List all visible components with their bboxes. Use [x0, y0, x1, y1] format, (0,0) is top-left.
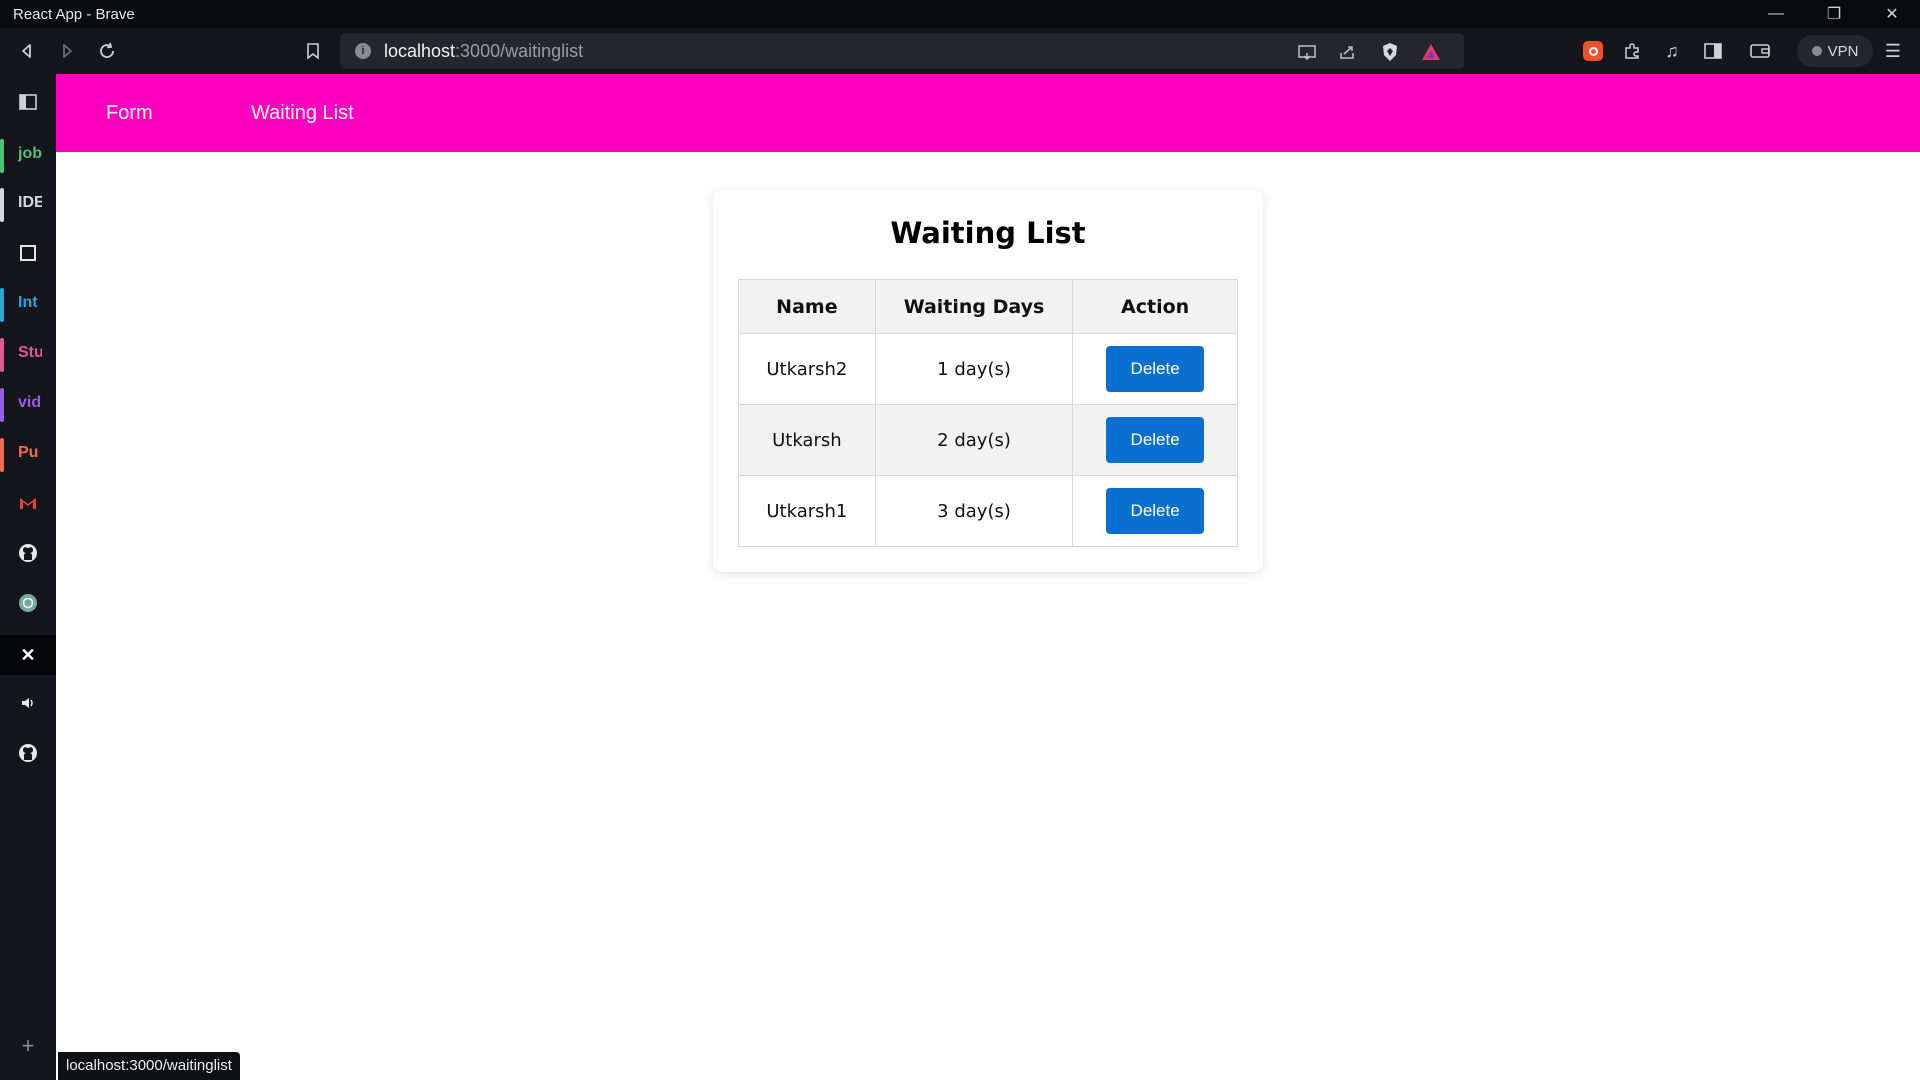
- delete-button[interactable]: Delete: [1106, 417, 1205, 463]
- brave-extension-icon[interactable]: [1578, 36, 1608, 66]
- cell-waiting-days: 1 day(s): [874, 333, 1074, 405]
- cell-action: Delete: [1072, 333, 1238, 405]
- sidebar-tab-label: Stu: [18, 344, 42, 361]
- sidebar-tab-ide[interactable]: IDE: [0, 184, 56, 224]
- x-twitter-icon[interactable]: ✕: [0, 635, 56, 675]
- link-status-tooltip: localhost:3000/waitinglist: [58, 1052, 240, 1080]
- table-header-row: Name Waiting Days Action: [738, 279, 1238, 334]
- column-header-waiting-days: Waiting Days: [874, 279, 1074, 334]
- table-row: Utkarsh 2 day(s) Delete: [738, 404, 1238, 476]
- url-host: localhost: [384, 41, 456, 61]
- forward-icon[interactable]: [52, 36, 82, 66]
- sidebar-tab-vid[interactable]: vid: [0, 384, 56, 424]
- sidebar-tab-job[interactable]: job: [0, 135, 56, 175]
- site-info-icon[interactable]: i: [355, 43, 371, 59]
- address-bar[interactable]: i localhost:3000/waitinglist: [340, 33, 1464, 69]
- sidebar-tab-pu[interactable]: Pu: [0, 434, 56, 474]
- share-icon[interactable]: [1334, 39, 1360, 65]
- sidebar-tab-square[interactable]: [0, 233, 56, 273]
- url-path: :3000/waitinglist: [455, 41, 584, 61]
- vertical-tabs-sidebar: job IDE Int Stu vid Pu ✕ +: [0, 74, 56, 1080]
- cell-name: Utkarsh2: [738, 333, 876, 405]
- reload-icon[interactable]: [92, 36, 122, 66]
- sidebar-tab-label: Pu: [18, 444, 39, 461]
- column-header-action: Action: [1072, 279, 1238, 334]
- brave-shields-icon[interactable]: [1377, 39, 1403, 65]
- window-title-bar: React App - Brave — ❐ ✕: [0, 0, 1920, 28]
- github-icon[interactable]: [0, 533, 56, 573]
- sidebar-tab-label: Int: [18, 294, 38, 311]
- vpn-button[interactable]: VPN: [1797, 35, 1873, 67]
- column-header-name: Name: [738, 279, 876, 334]
- sidebar-tab-stu[interactable]: Stu: [0, 334, 56, 374]
- vpn-label: VPN: [1827, 42, 1859, 60]
- menu-icon[interactable]: ☰: [1878, 36, 1908, 66]
- cast-icon[interactable]: [1294, 39, 1320, 65]
- cell-name: Utkarsh1: [738, 475, 876, 547]
- waiting-list-card: Waiting List Name Waiting Days Action Ut…: [713, 190, 1263, 572]
- add-tab-icon[interactable]: +: [0, 1026, 56, 1066]
- delete-button[interactable]: Delete: [1106, 346, 1205, 392]
- extensions-puzzle-icon[interactable]: [1617, 36, 1647, 66]
- nav-link-form[interactable]: Form: [106, 102, 153, 125]
- bookmark-icon[interactable]: [298, 36, 328, 66]
- sidebar-tab-label: job: [18, 145, 42, 162]
- cell-action: Delete: [1072, 404, 1238, 476]
- wallet-icon[interactable]: [1745, 36, 1775, 66]
- page-viewport: Form Waiting List Waiting List Name Wait…: [56, 74, 1920, 1080]
- sidebar-tab-label: IDE: [18, 194, 42, 211]
- window-title: React App - Brave: [13, 6, 135, 23]
- brave-rewards-icon[interactable]: [1418, 39, 1444, 65]
- page-title: Waiting List: [890, 216, 1086, 250]
- back-icon[interactable]: [12, 36, 42, 66]
- cell-name: Utkarsh: [738, 404, 876, 476]
- url-text[interactable]: localhost:3000/waitinglist: [384, 41, 583, 62]
- restore-icon[interactable]: ❐: [1806, 0, 1862, 28]
- sidebar-toggle-icon[interactable]: [1698, 36, 1728, 66]
- minimize-icon[interactable]: —: [1748, 0, 1804, 28]
- chatgpt-icon[interactable]: [0, 583, 56, 623]
- cell-waiting-days: 3 day(s): [874, 475, 1074, 547]
- cell-action: Delete: [1072, 475, 1238, 547]
- table-row: Utkarsh1 3 day(s) Delete: [738, 475, 1238, 547]
- nav-link-waiting-list[interactable]: Waiting List: [251, 102, 354, 125]
- delete-button[interactable]: Delete: [1106, 488, 1205, 534]
- media-music-icon[interactable]: ♫: [1657, 36, 1687, 66]
- speaker-icon[interactable]: [0, 683, 56, 723]
- close-window-icon[interactable]: ✕: [1864, 0, 1920, 28]
- waiting-list-table: Name Waiting Days Action Utkarsh2 1 day(…: [738, 279, 1238, 547]
- top-navbar: Form Waiting List: [56, 74, 1920, 152]
- browser-toolbar: i localhost:3000/waitinglist ♫ VPN ☰: [0, 28, 1920, 74]
- github-icon[interactable]: [0, 733, 56, 773]
- sidebar-panel-icon[interactable]: [0, 82, 56, 122]
- cell-waiting-days: 2 day(s): [874, 404, 1074, 476]
- sidebar-tab-int[interactable]: Int: [0, 284, 56, 324]
- sidebar-tab-label: vid: [18, 394, 42, 411]
- vpn-status-icon: [1811, 46, 1822, 56]
- gmail-icon[interactable]: [0, 483, 56, 523]
- table-row: Utkarsh2 1 day(s) Delete: [738, 333, 1238, 405]
